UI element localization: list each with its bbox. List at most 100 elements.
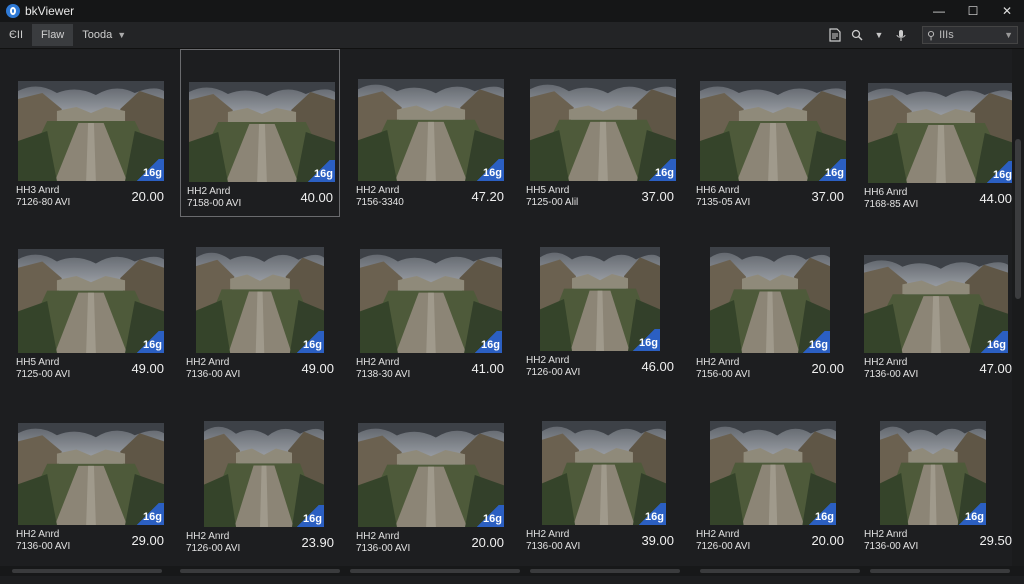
size-badge: 16g — [648, 159, 676, 181]
thumbnail-meta: HH2 Anrd 7136-00 AVI — [864, 357, 918, 381]
thumbnail-card[interactable]: 16g HH2 Anrd 7126-00 AVI 20.00 — [690, 416, 850, 584]
size-badge: 16g — [986, 161, 1014, 183]
document-icon[interactable] — [824, 24, 846, 46]
thumbnail-card[interactable]: 16g HH6 Anrd 7135-05 AVI 37.00 — [690, 49, 850, 217]
thumbnail-meta: HH2 Anrd 7138-30 AVI — [356, 357, 410, 381]
size-badge: 16g — [136, 331, 164, 353]
size-badge: 16g — [958, 503, 986, 525]
thumbnail-price: 23.90 — [301, 535, 334, 550]
thumbnail-price: 39.00 — [641, 533, 674, 548]
toolbar-menu-1[interactable]: ЄІІ — [0, 24, 32, 46]
thumbnail-timestamp: 7126-80 AVI — [16, 197, 71, 208]
thumbnail-price: 49.00 — [301, 361, 334, 376]
thumbnail-price: 29.00 — [131, 533, 164, 548]
thumbnail-card[interactable]: 16g HH2 Anrd 7156-00 AVI 20.00 — [690, 244, 850, 412]
minimize-button[interactable]: — — [922, 0, 956, 22]
close-button[interactable]: ✕ — [990, 0, 1024, 22]
thumbnail-card[interactable]: 16g HH5 Anrd 7125-00 Alil 37.00 — [520, 49, 680, 217]
thumbnail-price: 40.00 — [300, 190, 333, 205]
thumbnail-title: HH2 Anrd — [356, 357, 400, 368]
thumbnail-meta: HH2 Anrd 7136-00 AVI — [356, 531, 410, 555]
thumbnail-card[interactable]: 16g HH3 Anrd 7126-80 AVI 20.00 — [10, 49, 170, 217]
toolbar-menu-flaw[interactable]: Flaw — [32, 24, 74, 46]
thumbnail-card[interactable]: 16g HH2 Anrd 7136-00 AVI 47.00 — [858, 244, 1018, 412]
thumbnail-price: 46.00 — [641, 359, 674, 374]
thumbnail-title: HH5 Anrd — [526, 185, 570, 196]
toolbar-menu-tooda[interactable]: Tooda ▼ — [73, 24, 135, 46]
thumbnail-price: 37.00 — [811, 189, 844, 204]
filter-dropdown[interactable]: ⚲ IIIs ▼ — [922, 26, 1018, 44]
size-badge: 16g — [638, 503, 666, 525]
toolbar-menu-flaw-label: Flaw — [41, 29, 65, 41]
thumbnail-timestamp: 7168-85 AVI — [864, 199, 919, 210]
thumbnail-timestamp: 7136-00 AVI — [356, 543, 411, 554]
thumbnail-price: 20.00 — [131, 189, 164, 204]
size-badge: 16g — [818, 159, 846, 181]
thumbnail-title: HH6 Anrd — [864, 187, 908, 198]
thumbnail-timestamp: 7126-00 AVI — [526, 367, 581, 378]
thumbnail-grid: 16g HH3 Anrd 7126-80 AVI 20.00 16g HH2 Anrd 7… — [0, 49, 1014, 566]
thumbnail-card[interactable]: 16g HH6 Anrd 7168-85 AVI 44.00 — [858, 49, 1018, 217]
thumbnail-card[interactable]: 16g HH2 Anrd 7138-30 AVI 41.00 — [350, 244, 510, 412]
size-badge: 16g — [296, 505, 324, 527]
thumbnail-price: 47.00 — [979, 361, 1012, 376]
size-badge: 16g — [980, 331, 1008, 353]
thumbnail-price: 20.00 — [471, 535, 504, 550]
maximize-button[interactable]: ☐ — [956, 0, 990, 22]
thumbnail-price: 20.00 — [811, 533, 844, 548]
scroll-segment — [12, 569, 162, 573]
search-options-chevron-icon[interactable]: ▼ — [868, 24, 890, 46]
thumbnail-meta: HH6 Anrd 7135-05 AVI — [696, 185, 750, 209]
thumbnail-card[interactable]: 16g HH2 Anrd 7136-00 AVI 29.00 — [10, 416, 170, 584]
thumbnail-card[interactable]: 16g HH2 Anrd 7156-3340 47.20 — [350, 49, 510, 217]
chevron-down-icon: ▼ — [1004, 30, 1013, 40]
size-badge: 16g — [136, 159, 164, 181]
chevron-down-icon: ▼ — [117, 30, 127, 40]
thumbnail-price: 44.00 — [979, 191, 1012, 206]
thumbnail-price: 20.00 — [811, 361, 844, 376]
thumbnail-price: 37.00 — [641, 189, 674, 204]
size-badge: 16g — [632, 329, 660, 351]
thumbnail-timestamp: 7158-00 AVI — [187, 198, 242, 209]
thumbnail-title: HH2 Anrd — [526, 529, 570, 540]
horizontal-scrollbar[interactable] — [0, 566, 1024, 576]
toolbar: ЄІІ Flaw Tooda ▼ ▼ ⚲ IIIs ▼ — [0, 22, 1024, 49]
thumbnail-meta: HH2 Anrd 7126-00 AVI — [696, 529, 750, 553]
vertical-scrollbar-thumb[interactable] — [1015, 139, 1021, 299]
thumbnail-timestamp: 7156-3340 — [356, 197, 404, 208]
thumbnail-card[interactable]: 16g HH2 Anrd 7126-00 AVI 23.90 — [180, 416, 340, 584]
thumbnail-card[interactable]: 16g HH2 Anrd 7136-00 AVI 29.50 — [858, 416, 1018, 584]
size-badge: 16g — [808, 503, 836, 525]
filter-label: IIIs — [939, 29, 954, 41]
thumbnail-timestamp: 7125-00 Alil — [526, 197, 579, 208]
thumbnail-meta: HH2 Anrd 7156-00 AVI — [696, 357, 750, 381]
thumbnail-card[interactable]: 16g HH2 Anrd 7136-00 AVI 39.00 — [520, 416, 680, 584]
thumbnail-card[interactable]: 16g HH2 Anrd 7126-00 AVI 46.00 — [520, 244, 680, 412]
thumbnail-card[interactable]: 16g HH2 Anrd 7136-00 AVI 20.00 — [350, 416, 510, 584]
search-icon[interactable] — [846, 24, 868, 46]
thumbnail-meta: HH2 Anrd 7136-00 AVI — [864, 529, 918, 553]
thumbnail-card[interactable]: 16g HH2 Anrd 7136-00 AVI 49.00 — [180, 244, 340, 412]
toolbar-menu-1-label: ЄІІ — [9, 29, 24, 41]
thumbnail-timestamp: 7136-00 AVI — [16, 541, 71, 552]
thumbnail-meta: HH5 Anrd 7125-00 Alil — [526, 185, 578, 209]
app-logo-icon — [6, 4, 20, 18]
thumbnail-meta: HH5 Anrd 7125-00 AVI — [16, 357, 70, 381]
thumbnail-title: HH2 Anrd — [864, 357, 908, 368]
scroll-segment — [350, 569, 520, 573]
thumbnail-timestamp: 7136-00 AVI — [864, 369, 919, 380]
thumbnail-meta: HH2 Anrd 7126-00 AVI — [526, 355, 580, 379]
size-badge: 16g — [802, 331, 830, 353]
thumbnail-card[interactable]: 16g HH5 Anrd 7125-00 AVI 49.00 — [10, 244, 170, 412]
thumbnail-title: HH2 Anrd — [696, 357, 740, 368]
thumbnail-meta: HH2 Anrd 7126-00 AVI — [186, 531, 240, 555]
thumbnail-title: HH3 Anrd — [16, 185, 60, 196]
thumbnail-title: HH2 Anrd — [356, 185, 400, 196]
microphone-icon[interactable] — [890, 24, 912, 46]
thumbnail-timestamp: 7136-00 AVI — [526, 541, 581, 552]
thumbnail-meta: HH2 Anrd 7136-00 AVI — [16, 529, 70, 553]
vertical-scrollbar[interactable] — [1012, 49, 1024, 566]
thumbnail-timestamp: 7135-05 AVI — [696, 197, 751, 208]
thumbnail-card[interactable]: 16g HH2 Anrd 7158-00 AVI 40.00 — [180, 49, 340, 217]
thumbnail-meta: HH2 Anrd 7136-00 AVI — [526, 529, 580, 553]
